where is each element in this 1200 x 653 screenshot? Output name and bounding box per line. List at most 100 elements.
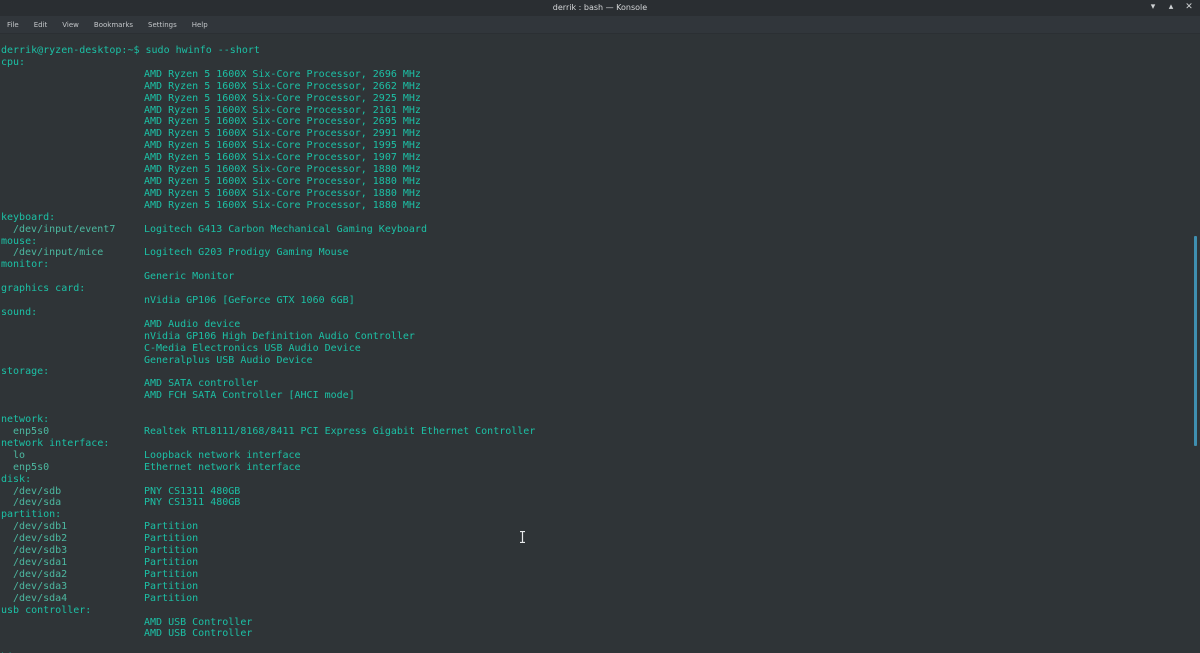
device-description: AMD Ryzen 5 1600X Six-Core Processor, 29… bbox=[144, 92, 421, 104]
hardware-row: AMD Ryzen 5 1600X Six-Core Processor, 18… bbox=[1, 164, 421, 176]
menu-bookmarks[interactable]: Bookmarks bbox=[87, 21, 141, 29]
hardware-row: AMD Ryzen 5 1600X Six-Core Processor, 29… bbox=[1, 128, 421, 140]
hardware-row: AMD Ryzen 5 1600X Six-Core Processor, 26… bbox=[1, 69, 421, 81]
device-path: /dev/sda2 bbox=[13, 568, 68, 580]
hardware-row: /dev/sdb PNY CS1311 480GB bbox=[1, 486, 260, 498]
section-header: usb controller: bbox=[1, 605, 260, 617]
section-header: sound: bbox=[1, 307, 260, 319]
device-description: Partition bbox=[144, 556, 199, 568]
prompt-user-host: derrik@ryzen-desktop bbox=[1, 45, 122, 56]
device-path: /dev/sdb3 bbox=[13, 545, 68, 557]
hardware-row: AMD SATA controller bbox=[1, 378, 260, 390]
hardware-row: enp5s0 Ethernet network interface bbox=[1, 462, 301, 474]
device-description: AMD Ryzen 5 1600X Six-Core Processor, 18… bbox=[144, 187, 421, 199]
section-header: disk: bbox=[1, 474, 260, 486]
device-description: PNY CS1311 480GB bbox=[144, 485, 241, 497]
device-path: /dev/input/mice bbox=[13, 247, 104, 259]
section-label: network: bbox=[1, 414, 50, 426]
device-path: enp5s0 bbox=[13, 426, 50, 437]
hardware-row: Generalplus USB Audio Device bbox=[1, 355, 313, 367]
device-description: Ethernet network interface bbox=[144, 461, 301, 473]
section-header: storage: bbox=[1, 366, 260, 378]
hardware-row: enp5s0 Realtek RTL8111/8168/8411 PCI Expr… bbox=[1, 426, 535, 438]
hardware-row: /dev/sdb1 Partition bbox=[1, 521, 260, 533]
hardware-row: AMD Audio device bbox=[1, 319, 260, 331]
menu-view[interactable]: View bbox=[55, 21, 87, 29]
hardware-row: lo Loopback network interface bbox=[1, 450, 301, 462]
device-description: AMD Ryzen 5 1600X Six-Core Processor, 19… bbox=[144, 152, 421, 164]
hardware-row: AMD Ryzen 5 1600X Six-Core Processor, 18… bbox=[1, 188, 421, 200]
hardware-row: /dev/sdb3 Partition bbox=[1, 545, 260, 557]
device-description: AMD Ryzen 5 1600X Six-Core Processor, 29… bbox=[144, 128, 421, 140]
maximize-icon[interactable]: ▴ bbox=[1166, 1, 1176, 13]
section-header: graphics card: bbox=[1, 283, 260, 295]
device-description: Partition bbox=[144, 533, 199, 545]
device-path: /dev/sda bbox=[13, 497, 62, 509]
device-path: /dev/sda4 bbox=[13, 592, 68, 604]
window-title: derrik : bash — Konsole bbox=[552, 3, 648, 12]
hardware-row: AMD Ryzen 5 1600X Six-Core Processor, 18… bbox=[1, 176, 421, 188]
scrollbar-thumb[interactable] bbox=[1194, 236, 1197, 446]
hardware-row: AMD Ryzen 5 1600X Six-Core Processor, 18… bbox=[1, 200, 421, 212]
vertical-scrollbar[interactable] bbox=[1192, 34, 1200, 653]
device-description: Logitech G413 Carbon Mechanical Gaming K… bbox=[144, 223, 427, 235]
device-description: AMD SATA controller bbox=[144, 378, 259, 390]
hardware-row: AMD Ryzen 5 1600X Six-Core Processor, 21… bbox=[1, 105, 421, 117]
device-description: AMD USB Controller bbox=[144, 616, 253, 628]
menu-bar: File Edit View Bookmarks Settings Help bbox=[0, 16, 1200, 34]
section-header: cpu: bbox=[1, 57, 260, 69]
section-label: network interface: bbox=[1, 437, 110, 449]
device-description: AMD USB Controller bbox=[144, 628, 253, 640]
title-bar: derrik : bash — Konsole ▾ ▴ ✕ bbox=[0, 0, 1200, 16]
device-description: AMD Ryzen 5 1600X Six-Core Processor, 26… bbox=[144, 68, 421, 80]
terminal-output[interactable]: derrik@ryzen-desktop:~$ sudo hwinfo --sh… bbox=[0, 34, 1192, 653]
menu-settings[interactable]: Settings bbox=[141, 21, 185, 29]
device-description: Generalplus USB Audio Device bbox=[144, 354, 313, 366]
prompt-path: :~$ bbox=[121, 45, 146, 56]
hardware-row: /dev/sdb2 Partition bbox=[1, 533, 260, 545]
device-description: AMD Ryzen 5 1600X Six-Core Processor, 21… bbox=[144, 104, 421, 116]
hardware-row: AMD Ryzen 5 1600X Six-Core Processor, 19… bbox=[1, 152, 421, 164]
hardware-row: /dev/sda PNY CS1311 480GB bbox=[1, 497, 260, 509]
menu-file[interactable]: File bbox=[0, 21, 27, 29]
section-label: graphics card: bbox=[1, 283, 86, 295]
menu-edit[interactable]: Edit bbox=[27, 21, 56, 29]
hardware-row: /dev/sda4 Partition bbox=[1, 593, 260, 605]
device-description: AMD FCH SATA Controller [AHCI mode] bbox=[144, 390, 355, 402]
section-label: usb controller: bbox=[1, 604, 92, 616]
section-label: monitor: bbox=[1, 259, 50, 271]
device-description: nVidia GP106 [GeForce GTX 1060 6GB] bbox=[144, 295, 355, 307]
text-cursor-icon bbox=[520, 531, 525, 543]
hardware-row: nVidia GP106 High Definition Audio Contr… bbox=[1, 331, 415, 343]
section-label: partition: bbox=[1, 509, 62, 521]
hardware-row: /dev/input/event7 Logitech G413 Carbon Me… bbox=[1, 223, 427, 236]
device-description: Realtek RTL8111/8168/8411 PCI Express Gi… bbox=[144, 426, 536, 437]
hardware-row: /dev/sda3 Partition bbox=[1, 581, 260, 593]
menu-help[interactable]: Help bbox=[185, 21, 216, 29]
device-description: PNY CS1311 480GB bbox=[144, 497, 241, 509]
device-description: Logitech G203 Prodigy Gaming Mouse bbox=[144, 247, 349, 259]
minimize-icon[interactable]: ▾ bbox=[1148, 1, 1158, 13]
section-label: keyboard: bbox=[1, 211, 56, 223]
hardware-row: AMD USB Controller bbox=[1, 628, 260, 640]
device-description: Loopback network interface bbox=[144, 449, 301, 461]
terminal-lines: derrik@ryzen-desktop:~$ sudo hwinfo --sh… bbox=[1, 45, 535, 653]
section-header: network: bbox=[1, 414, 260, 426]
section-header: mouse: bbox=[1, 236, 260, 248]
window-controls: ▾ ▴ ✕ bbox=[1148, 1, 1194, 13]
section-label: storage: bbox=[1, 366, 50, 378]
device-path: /dev/sdb1 bbox=[13, 521, 68, 533]
section-header: keyboard: bbox=[1, 212, 260, 224]
hardware-row: /dev/sda1 Partition bbox=[1, 557, 260, 569]
section-label: sound: bbox=[1, 306, 38, 318]
close-icon[interactable]: ✕ bbox=[1184, 1, 1194, 13]
device-path: /dev/input/event7 bbox=[13, 223, 116, 235]
device-path: /dev/sdb2 bbox=[13, 533, 68, 545]
hardware-row: AMD Ryzen 5 1600X Six-Core Processor, 26… bbox=[1, 81, 421, 93]
device-description: Partition bbox=[144, 592, 199, 604]
hardware-row: /dev/input/mice Logitech G203 Prodigy Gam… bbox=[1, 247, 349, 259]
device-description: C-Media Electronics USB Audio Device bbox=[144, 342, 361, 354]
section-header: monitor: bbox=[1, 259, 260, 271]
